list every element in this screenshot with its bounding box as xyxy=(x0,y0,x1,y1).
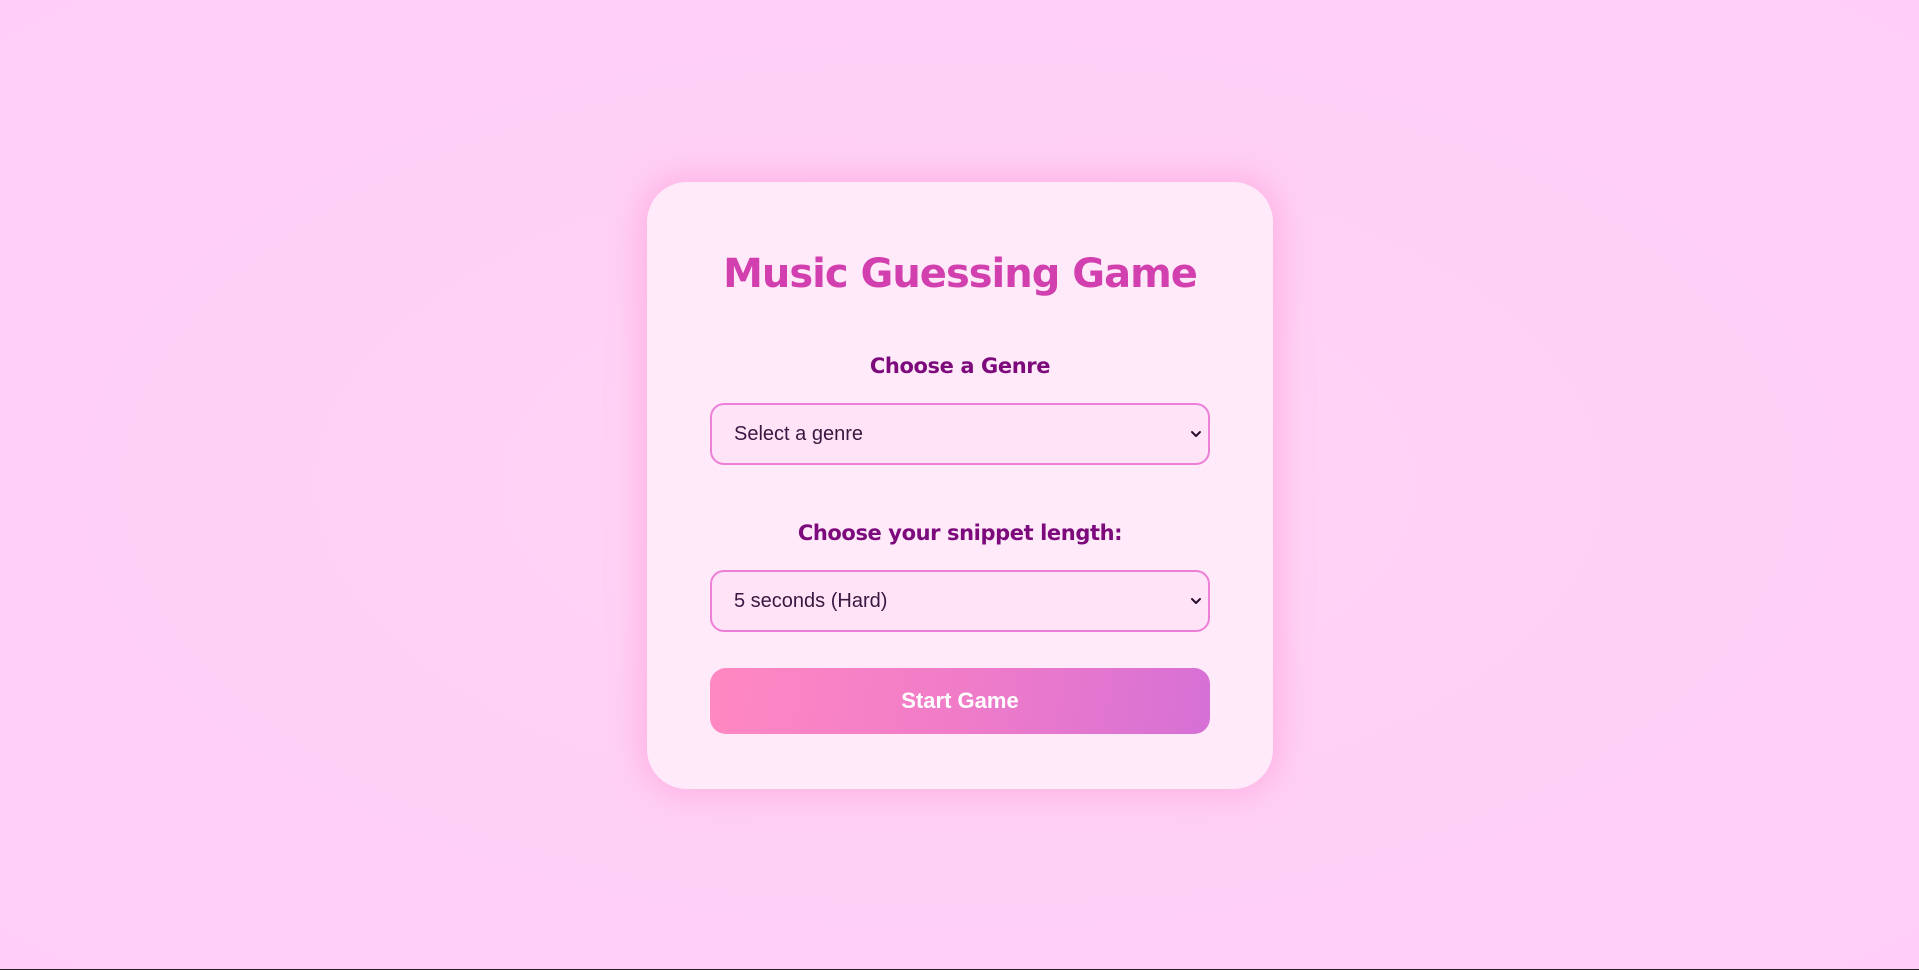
genre-select-value: Select a genre xyxy=(734,422,863,445)
game-setup-card: Music Guessing Game Choose a Genre Selec… xyxy=(647,182,1273,789)
snippet-length-select[interactable]: 5 seconds (Hard) xyxy=(710,570,1210,632)
snippet-length-select-value: 5 seconds (Hard) xyxy=(734,589,888,612)
chevron-down-icon xyxy=(1191,598,1201,604)
start-game-button[interactable]: Start Game xyxy=(710,668,1210,734)
snippet-length-label: Choose your snippet length: xyxy=(797,521,1123,545)
chevron-down-icon xyxy=(1191,431,1201,437)
genre-label: Choose a Genre xyxy=(869,354,1051,378)
genre-select[interactable]: Select a genre xyxy=(710,403,1210,465)
page-background: { "game": { "title": "Music Guessing Gam… xyxy=(0,0,1919,970)
page-title: Music Guessing Game xyxy=(723,251,1198,297)
